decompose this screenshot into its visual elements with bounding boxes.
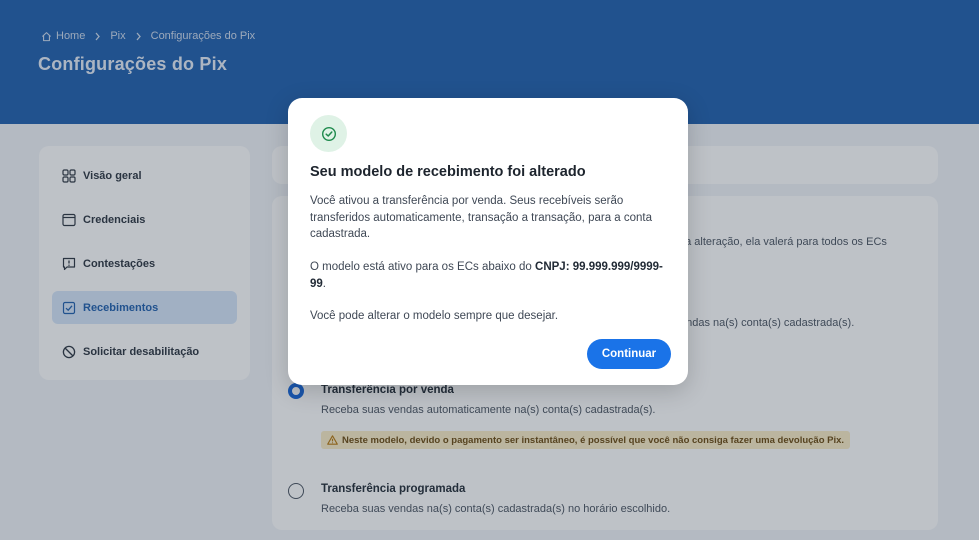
success-check-icon xyxy=(310,115,347,152)
modal-paragraph: Você pode alterar o modelo sempre que de… xyxy=(310,310,559,322)
continue-button[interactable]: Continuar xyxy=(587,339,671,369)
success-modal: Seu modelo de recebimento foi alterado V… xyxy=(288,98,688,385)
modal-paragraph: O modelo está ativo para os ECs abaixo d… xyxy=(310,259,670,292)
modal-paragraph-text: . xyxy=(322,277,326,290)
modal-title: Seu modelo de recebimento foi alterado xyxy=(310,164,586,180)
modal-paragraph-text: O modelo está ativo para os ECs abaixo d… xyxy=(310,261,536,273)
modal-paragraph: Você ativou a transferência por venda. S… xyxy=(310,195,653,240)
